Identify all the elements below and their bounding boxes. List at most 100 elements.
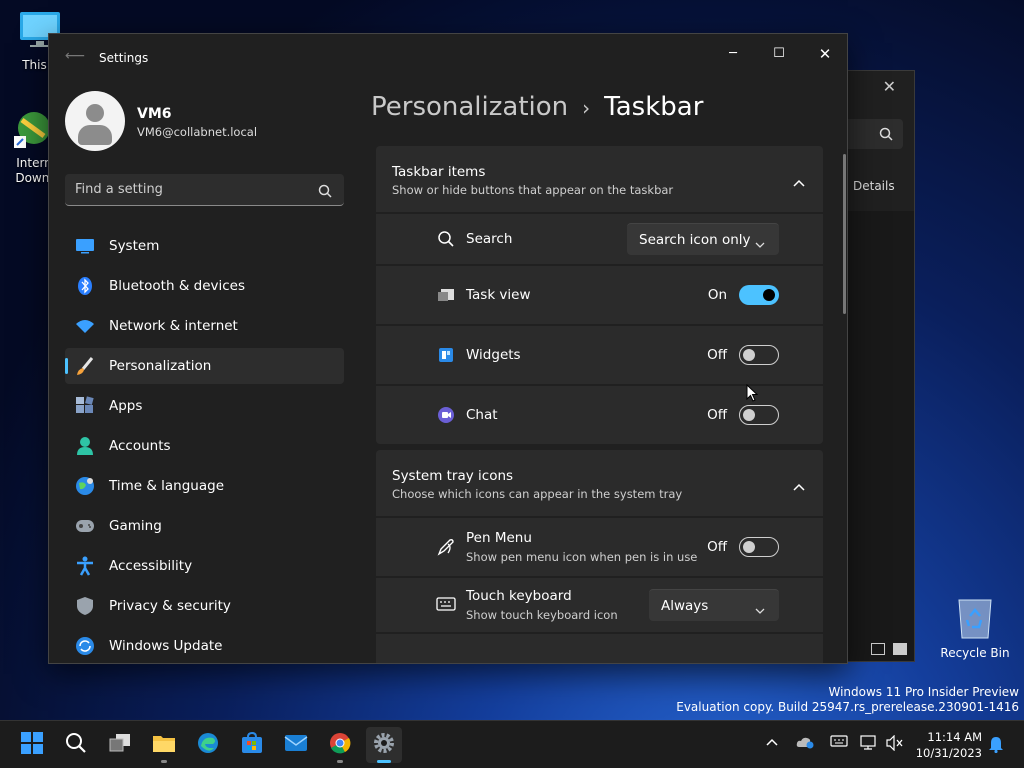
desktop-icon-recycle-bin[interactable]: Recycle Bin [940, 596, 1010, 660]
sidebar-item-accessibility[interactable]: Accessibility [65, 548, 344, 584]
system-tray-header[interactable]: System tray icons Choose which icons can… [376, 450, 823, 516]
recycle-bin-icon [955, 596, 995, 640]
mail-icon [284, 734, 308, 756]
details-view-icon[interactable] [871, 643, 885, 655]
system-icon [75, 236, 95, 256]
edge-button[interactable] [190, 727, 226, 763]
explorer-search-box[interactable] [839, 119, 903, 149]
chat-toggle[interactable] [739, 405, 779, 425]
chevron-down-icon [755, 236, 765, 252]
settings-icon [373, 732, 395, 758]
desktop-icon-label: Recycle Bin [940, 646, 1010, 660]
onedrive-icon[interactable] [796, 735, 814, 752]
more-settings-row [376, 634, 823, 663]
title-bar[interactable]: ⟵ Settings ─ ☐ ✕ [49, 34, 847, 74]
taskbar-items-header[interactable]: Taskbar items Show or hide buttons that … [376, 146, 823, 212]
sidebar-item-system[interactable]: System [65, 228, 344, 264]
show-hidden-icons-chevron-icon[interactable] [766, 735, 778, 749]
close-icon[interactable]: ✕ [883, 77, 896, 96]
file-explorer-icon [152, 733, 176, 757]
section-subtitle: Choose which icons can appear in the sys… [392, 487, 683, 501]
scrollbar-thumb[interactable] [843, 154, 846, 314]
edge-icon [197, 732, 219, 758]
toggle-state-label: On [707, 287, 727, 303]
taskbar: 11:14 AM 10/31/2023 [0, 720, 1024, 768]
store-button[interactable] [234, 727, 270, 763]
breadcrumb-separator: › [582, 96, 591, 120]
sidebar-item-bluetooth[interactable]: Bluetooth & devices [65, 268, 344, 304]
start-icon [21, 732, 43, 758]
mouse-cursor-icon [746, 383, 759, 406]
settings-window[interactable]: ⟵ Settings ─ ☐ ✕ VM6 VM6@collabnet.local… [48, 33, 848, 664]
start-button[interactable] [14, 727, 50, 763]
details-button[interactable]: Details [853, 179, 895, 193]
pen-menu-setting-row: Pen Menu Show pen menu icon when pen is … [376, 518, 823, 576]
clock-time: 11:14 AM [927, 730, 982, 744]
evaluation-watermark-line1: Windows 11 Pro Insider Preview [828, 685, 1019, 699]
toggle-state-label: Off [707, 347, 727, 363]
chevron-up-icon[interactable] [793, 172, 805, 191]
volume-muted-icon[interactable] [886, 734, 904, 754]
pen-menu-toggle[interactable] [739, 537, 779, 557]
widgets-setting-row: Widgets Off [376, 326, 823, 384]
setting-label: Chat [466, 407, 498, 423]
chrome-button[interactable] [322, 727, 358, 763]
sidebar-item-time-language[interactable]: Time & language [65, 468, 344, 504]
widgets-icon [436, 345, 456, 365]
keyboard-icon[interactable] [830, 735, 848, 750]
sidebar-item-gaming[interactable]: Gaming [65, 508, 344, 544]
maximize-button[interactable]: ☐ [759, 42, 799, 66]
find-setting-search[interactable] [65, 174, 344, 206]
search-icon [65, 732, 87, 758]
taskbar-search-button[interactable] [58, 727, 94, 763]
setting-description: Show touch keyboard icon [466, 608, 618, 622]
update-icon [75, 636, 95, 656]
chat-icon [436, 405, 456, 425]
globe-icon [75, 476, 95, 496]
setting-label: Widgets [466, 347, 521, 363]
sidebar-item-privacy[interactable]: Privacy & security [65, 588, 344, 624]
search-mode-dropdown[interactable]: Search icon only [627, 223, 779, 255]
minimize-button[interactable]: ─ [713, 42, 753, 66]
sidebar-item-network[interactable]: Network & internet [65, 308, 344, 344]
back-arrow-icon[interactable]: ⟵ [65, 48, 85, 64]
task-view-button[interactable] [102, 727, 138, 763]
user-name: VM6 [137, 106, 172, 122]
sidebar-item-windows-update[interactable]: Windows Update [65, 628, 344, 663]
search-icon [318, 183, 332, 202]
task-view-setting-row: Task view On [376, 266, 823, 324]
mail-button[interactable] [278, 727, 314, 763]
notification-bell-icon[interactable] [988, 735, 1004, 756]
bluetooth-icon [75, 276, 95, 296]
chevron-up-icon[interactable] [793, 476, 805, 495]
window-title: Settings [99, 51, 149, 65]
settings-taskbar-button[interactable] [366, 727, 402, 763]
gamepad-icon [75, 516, 95, 536]
widgets-toggle[interactable] [739, 345, 779, 365]
sidebar-item-accounts[interactable]: Accounts [65, 428, 344, 464]
setting-label: Pen Menu [466, 530, 532, 546]
clock[interactable]: 11:14 AM 10/31/2023 [916, 729, 982, 761]
setting-label: Touch keyboard [466, 588, 572, 604]
task-view-icon [436, 285, 456, 305]
clock-date: 10/31/2023 [915, 746, 982, 760]
search-icon [879, 126, 893, 145]
close-button[interactable]: ✕ [805, 42, 845, 66]
sidebar-item-personalization[interactable]: Personalization [65, 348, 344, 384]
breadcrumb-parent[interactable]: Personalization [371, 92, 568, 122]
accounts-icon [75, 436, 95, 456]
task-view-toggle[interactable] [739, 285, 779, 305]
page-title: Taskbar [604, 92, 704, 122]
user-email: VM6@collabnet.local [137, 125, 258, 139]
pen-icon [436, 537, 456, 557]
sidebar-item-apps[interactable]: Apps [65, 388, 344, 424]
tiles-view-icon[interactable] [893, 643, 907, 655]
toggle-state-label: Off [707, 539, 727, 555]
touch-keyboard-dropdown[interactable]: Always [649, 589, 779, 621]
network-icon[interactable] [860, 735, 878, 754]
search-input[interactable] [65, 174, 295, 204]
file-explorer-button[interactable] [146, 727, 182, 763]
section-title: System tray icons [392, 468, 514, 484]
accessibility-icon [75, 556, 95, 576]
search-setting-row: Search Search icon only [376, 214, 823, 264]
